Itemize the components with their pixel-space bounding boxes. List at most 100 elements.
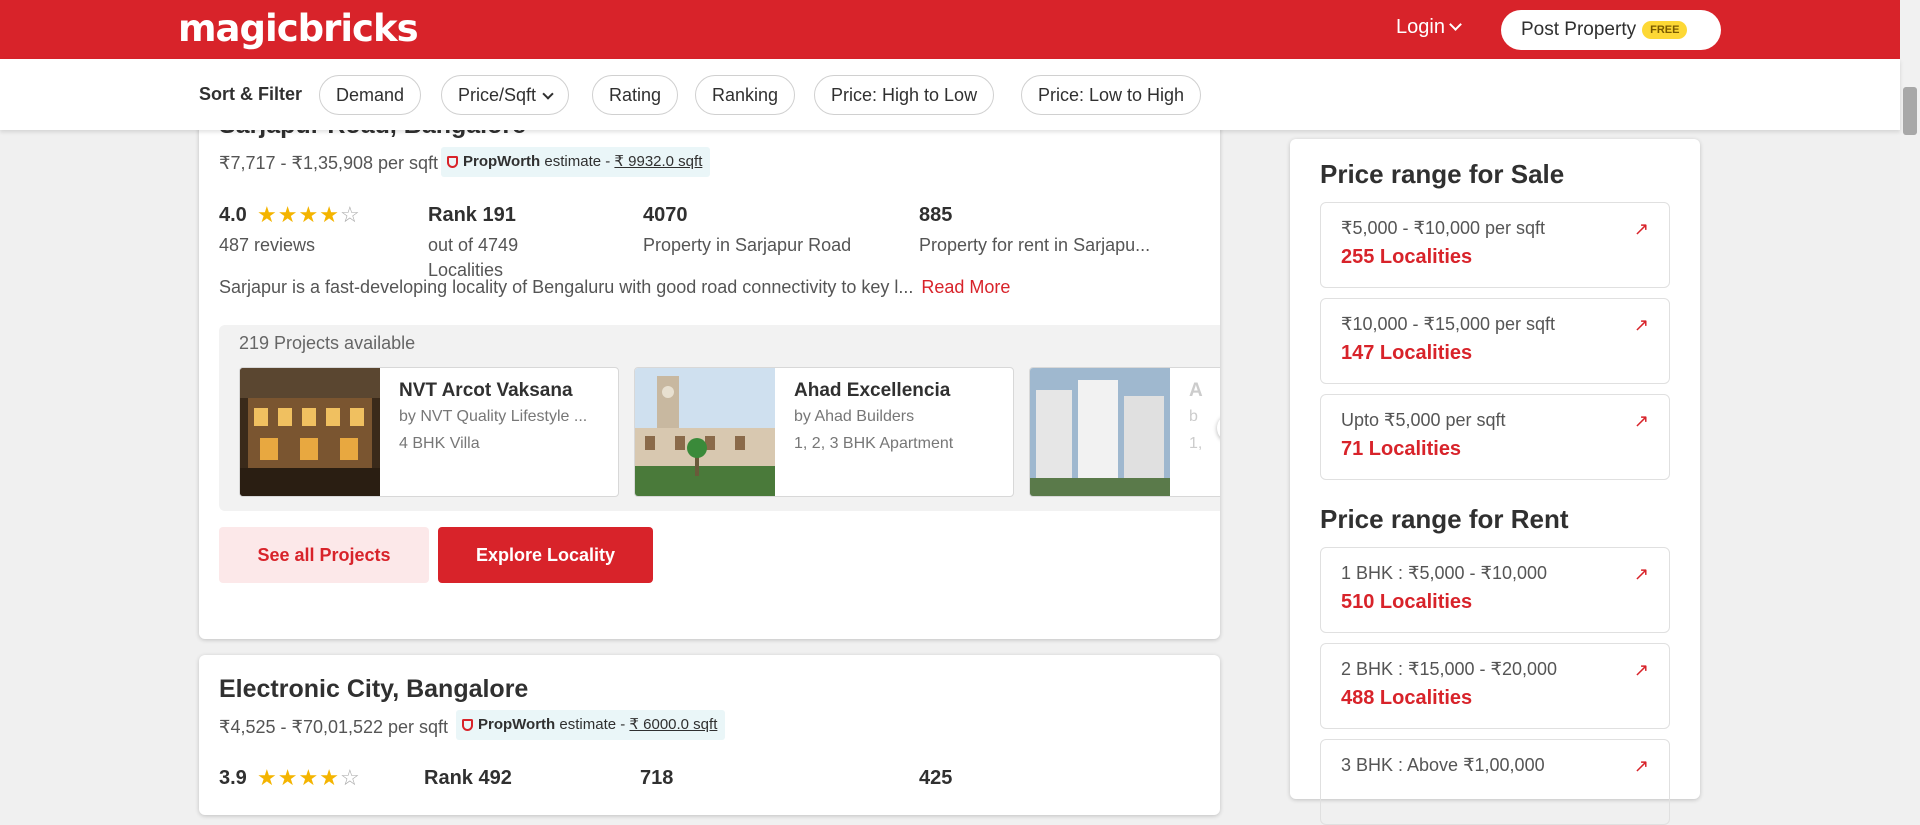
post-property-label: Post Property [1521, 19, 1637, 40]
star-icon: ★ [298, 765, 320, 790]
range-count: 255 Localities [1341, 246, 1473, 268]
star-icon: ★ [257, 765, 278, 790]
range-label: 3 BHK : Above ₹1,00,000 [1341, 755, 1545, 775]
arrow-up-right-icon: ↗ [1633, 660, 1649, 680]
explore-locality-button[interactable]: Explore Locality [438, 527, 653, 583]
range-label: 2 BHK : ₹15,000 - ₹20,000 [1341, 659, 1558, 679]
project-card[interactable]: Ahad Excellencia by Ahad Builders 1, 2, … [634, 367, 1014, 497]
shield-icon [462, 719, 473, 731]
rating-value: 4.0 [219, 204, 247, 226]
price-range: ₹7,717 - ₹1,35,908 per sqft [219, 153, 439, 173]
propworth-brand: PropWorth [478, 716, 556, 733]
property-count: 718 [640, 767, 674, 789]
projects-carousel: 219 Projects available NVT Arcot Vaksana… [219, 325, 1220, 511]
rating-value: 3.9 [219, 767, 247, 789]
locality-card: Sarjapur Road, Bangalore ₹7,717 - ₹1,35,… [199, 99, 1220, 639]
chip-demand[interactable]: Demand [319, 75, 422, 115]
chevron-down-icon [1449, 18, 1462, 31]
star-outline-icon: ☆ [339, 765, 361, 790]
login-label: Login [1396, 16, 1445, 38]
star-icon: ★ [319, 202, 340, 227]
propworth-value[interactable]: ₹ 9932.0 sqft [614, 153, 702, 170]
price-range: ₹4,525 - ₹70,01,522 per sqft [219, 717, 449, 737]
propworth-estimate: PropWorth estimate - ₹ 9932.0 sqft [441, 147, 711, 177]
project-name: Ahad Excellencia [794, 380, 951, 401]
propworth-text: estimate - [544, 153, 611, 170]
description-text: Sarjapur is a fast-developing locality o… [219, 277, 914, 297]
range-label: 1 BHK : ₹5,000 - ₹10,000 [1341, 563, 1548, 583]
project-image [635, 368, 775, 496]
shield-icon [447, 156, 458, 168]
chip-label: Demand [336, 85, 405, 105]
chip-label: Price: Low to High [1038, 85, 1185, 105]
project-builder: by NVT Quality Lifestyle ... [399, 408, 588, 425]
rent-count: 885 [919, 204, 953, 226]
sale-heading: Price range for Sale [1320, 159, 1565, 189]
chevron-down-icon [542, 88, 554, 100]
locality-description: Sarjapur is a fast-developing locality o… [219, 277, 1010, 298]
propworth-estimate: PropWorth estimate - ₹ 6000.0 sqft [456, 710, 726, 740]
chip-rating[interactable]: Rating [592, 75, 679, 115]
range-label: ₹10,000 - ₹15,000 per sqft [1341, 314, 1556, 334]
star-icon: ★ [277, 765, 299, 790]
project-builder: by Ahad Builders [794, 408, 915, 425]
locality-title[interactable]: Electronic City, Bangalore [219, 675, 528, 704]
sale-range-item[interactable]: Upto ₹5,000 per sqft 71 Localities ↗ [1320, 394, 1670, 480]
reviews-count[interactable]: 487 reviews [219, 233, 315, 258]
arrow-up-right-icon: ↗ [1633, 756, 1649, 776]
chip-price-high-low[interactable]: Price: High to Low [814, 75, 995, 115]
rank-value: Rank 492 [424, 767, 512, 789]
arrow-up-right-icon: ↗ [1633, 564, 1649, 584]
top-navbar: magicbricks Login Post Property FREE [0, 0, 1900, 59]
star-half-icon: ★ [319, 765, 340, 790]
project-card[interactable]: NVT Arcot Vaksana by NVT Quality Lifesty… [239, 367, 619, 497]
star-outline-icon: ☆ [339, 202, 361, 227]
rating-stars: ★★★★☆ [257, 202, 361, 228]
range-label: Upto ₹5,000 per sqft [1341, 410, 1506, 430]
magicbricks-logo[interactable]: magicbricks [178, 7, 419, 50]
rent-count: 425 [919, 767, 953, 789]
rank-value: Rank 191 [428, 204, 516, 226]
propworth-value[interactable]: ₹ 6000.0 sqft [629, 716, 717, 733]
rent-heading: Price range for Rent [1320, 504, 1569, 534]
star-icon: ★ [257, 202, 278, 227]
chip-price-sqft[interactable]: Price/Sqft [441, 75, 570, 115]
sort-filter-bar: Sort & Filter Demand Price/Sqft Rating R… [0, 59, 1900, 130]
project-card[interactable]: A b 1, [1029, 367, 1220, 497]
post-property-button[interactable]: Post Property FREE [1501, 10, 1721, 50]
rent-label[interactable]: Property for rent in Sarjapu... [919, 233, 1150, 258]
chip-label: Price/Sqft [458, 85, 537, 105]
page-scrollbar-thumb[interactable] [1903, 87, 1917, 135]
arrow-up-right-icon: ↗ [1633, 315, 1649, 335]
rent-range-item[interactable]: 3 BHK : Above ₹1,00,000 ↗ [1320, 739, 1670, 825]
sale-range-item[interactable]: ₹5,000 - ₹10,000 per sqft 255 Localities… [1320, 202, 1670, 288]
price-range-sidebar: Price range for Sale ₹5,000 - ₹10,000 pe… [1290, 139, 1700, 825]
propworth-text: estimate - [559, 716, 626, 733]
range-count: 488 Localities [1341, 687, 1473, 709]
range-label: ₹5,000 - ₹10,000 per sqft [1341, 218, 1546, 238]
chip-label: Price: High to Low [831, 85, 978, 105]
free-badge: FREE [1642, 21, 1688, 39]
read-more-link[interactable]: Read More [921, 277, 1010, 297]
chip-ranking[interactable]: Ranking [695, 75, 796, 115]
project-type: 4 BHK Villa [399, 435, 480, 452]
rent-range-item[interactable]: 2 BHK : ₹15,000 - ₹20,000 488 Localities… [1320, 643, 1670, 729]
project-image [240, 368, 380, 496]
project-type: 1, 2, 3 BHK Apartment [794, 435, 954, 452]
arrow-up-right-icon: ↗ [1633, 411, 1649, 431]
arrow-up-right-icon: ↗ [1633, 219, 1649, 239]
rent-range-item[interactable]: 1 BHK : ₹5,000 - ₹10,000 510 Localities … [1320, 547, 1670, 633]
see-all-projects-button[interactable]: See all Projects [219, 527, 429, 583]
chip-price-low-high[interactable]: Price: Low to High [1021, 75, 1202, 115]
property-count: 4070 [643, 204, 688, 226]
star-icon: ★ [298, 202, 320, 227]
locality-card: Electronic City, Bangalore ₹4,525 - ₹70,… [199, 655, 1220, 815]
login-menu[interactable]: Login [1396, 16, 1462, 39]
rating-stars: ★★★★☆ [257, 765, 361, 791]
property-label[interactable]: Property in Sarjapur Road [643, 233, 851, 258]
propworth-brand: PropWorth [463, 153, 541, 170]
sale-range-item[interactable]: ₹10,000 - ₹15,000 per sqft 147 Localitie… [1320, 298, 1670, 384]
project-builder: b [1189, 408, 1198, 425]
chip-label: Ranking [712, 85, 779, 105]
sort-filter-label: Sort & Filter [199, 84, 303, 104]
